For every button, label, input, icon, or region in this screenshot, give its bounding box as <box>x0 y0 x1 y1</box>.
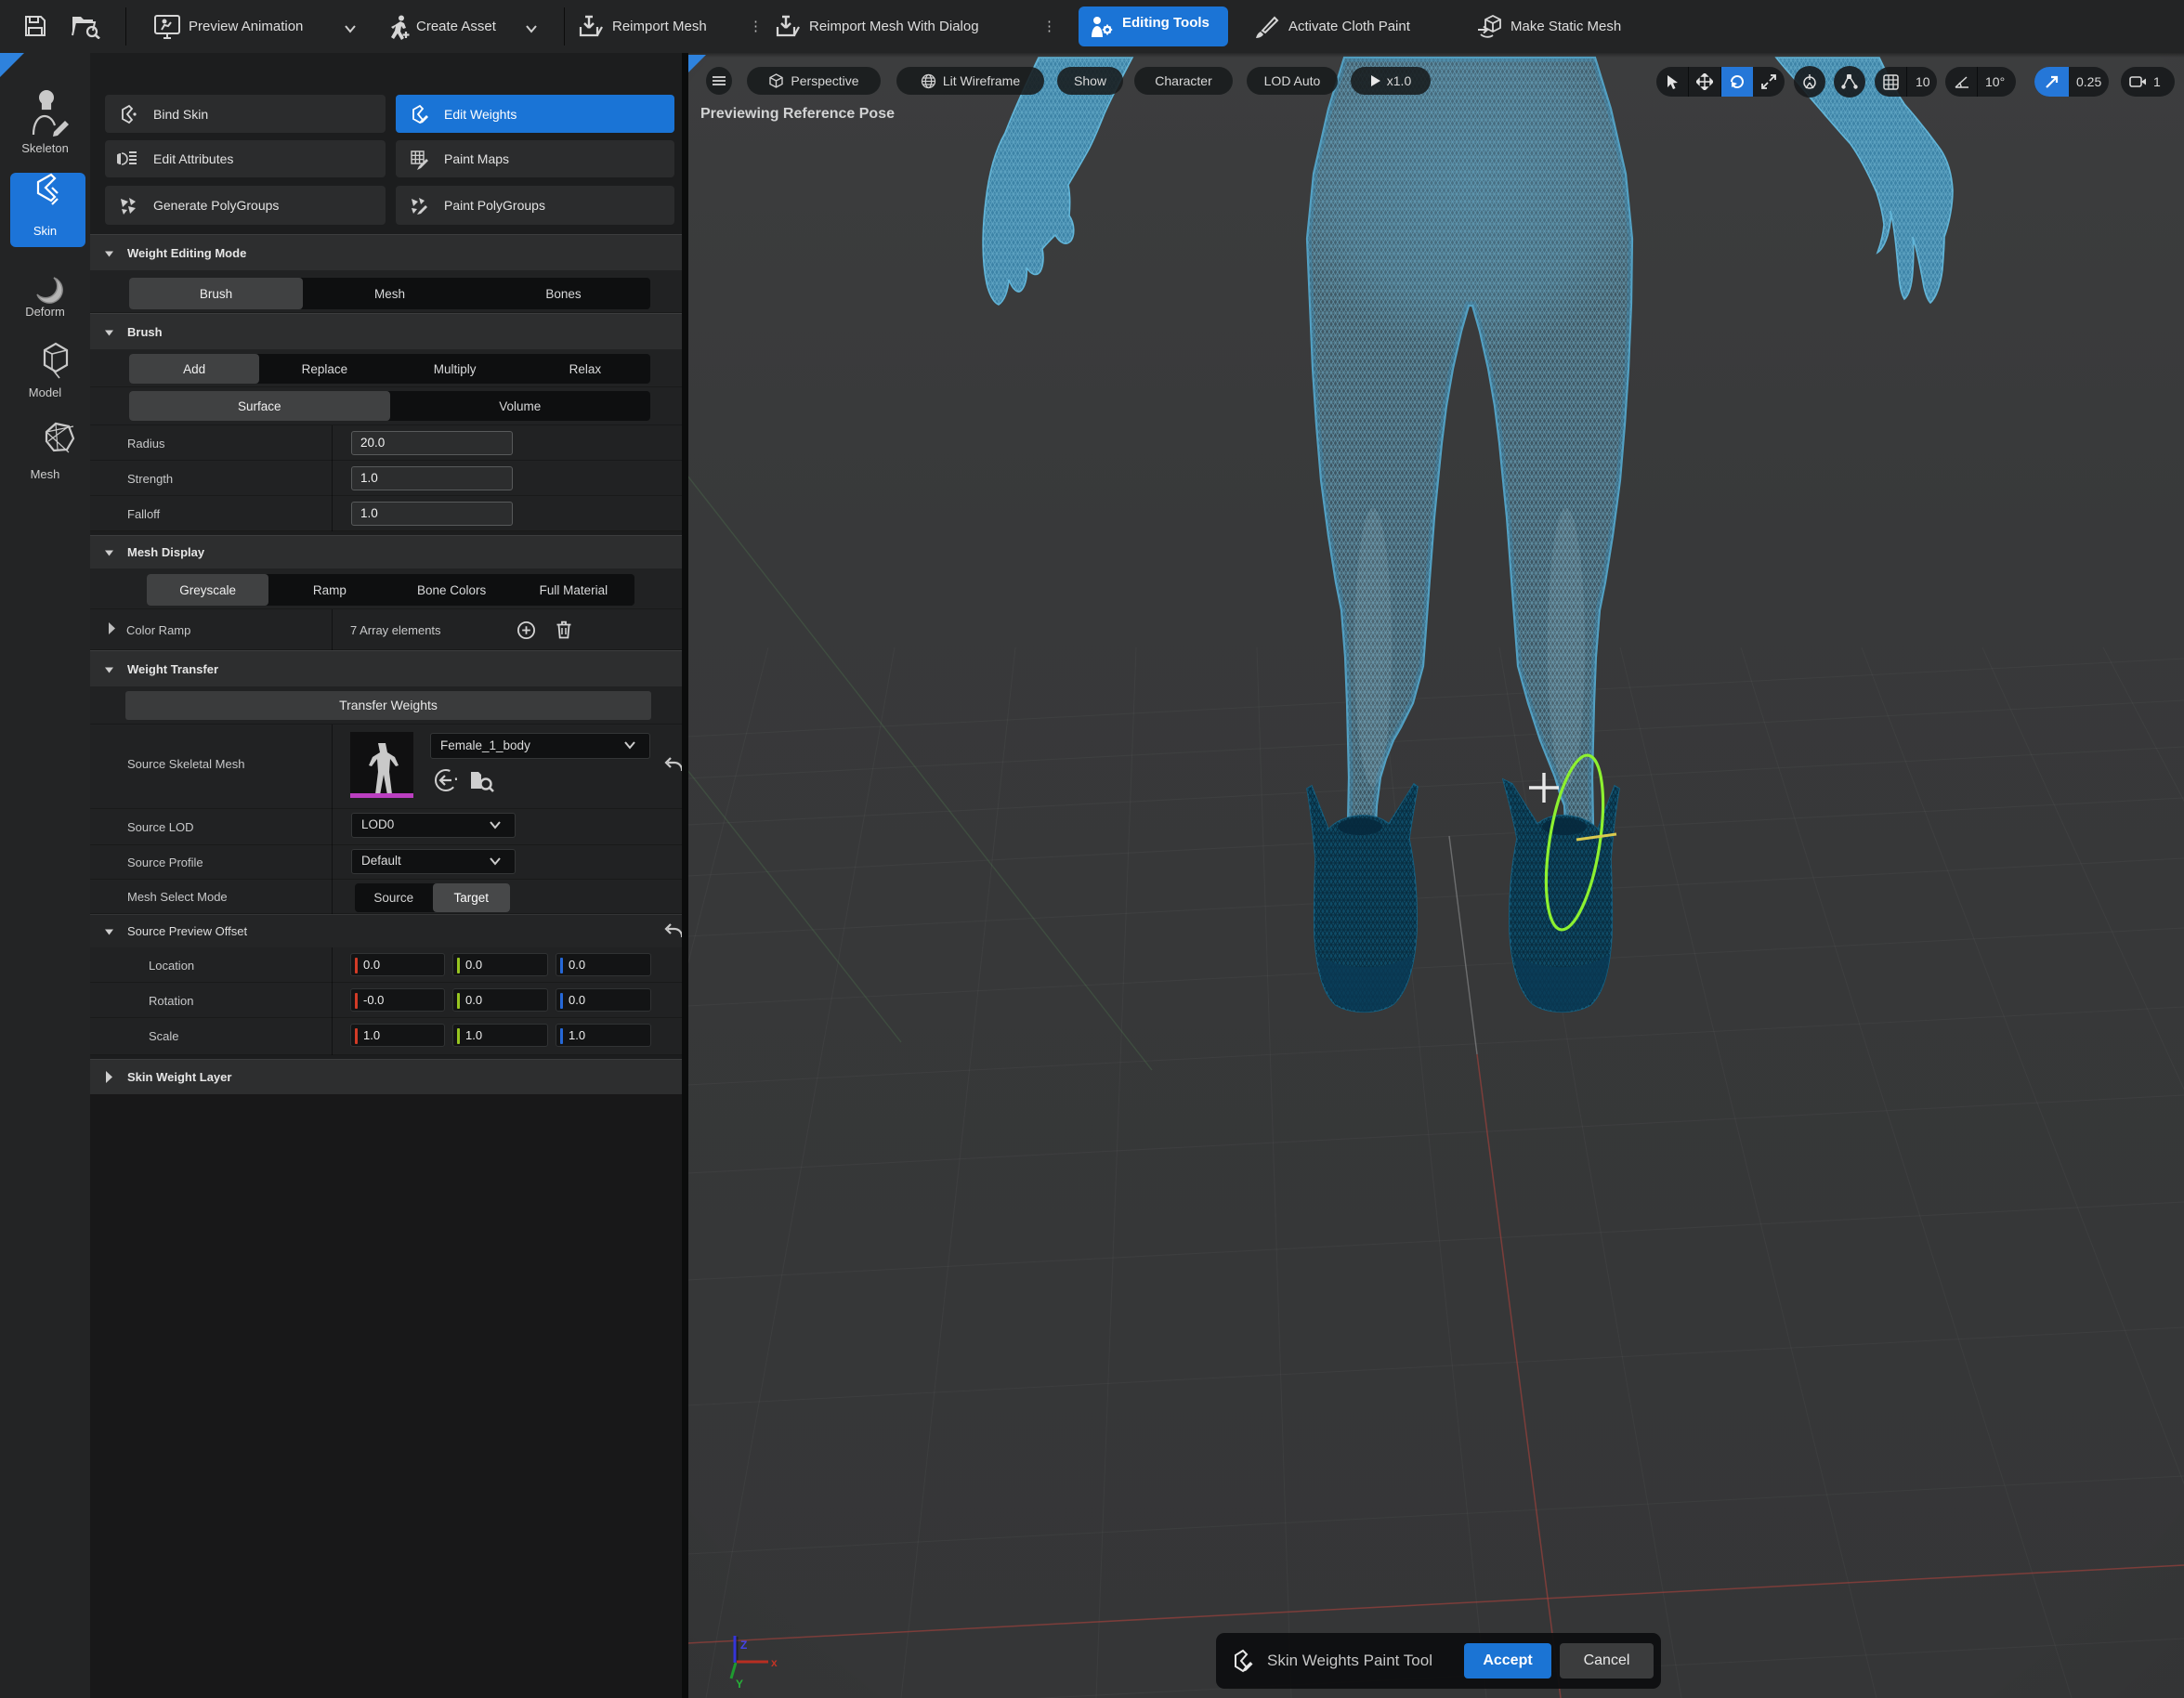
svg-text:Y: Y <box>736 1678 743 1691</box>
svg-text:Z: Z <box>740 1639 747 1652</box>
svg-text:x: x <box>771 1656 778 1669</box>
